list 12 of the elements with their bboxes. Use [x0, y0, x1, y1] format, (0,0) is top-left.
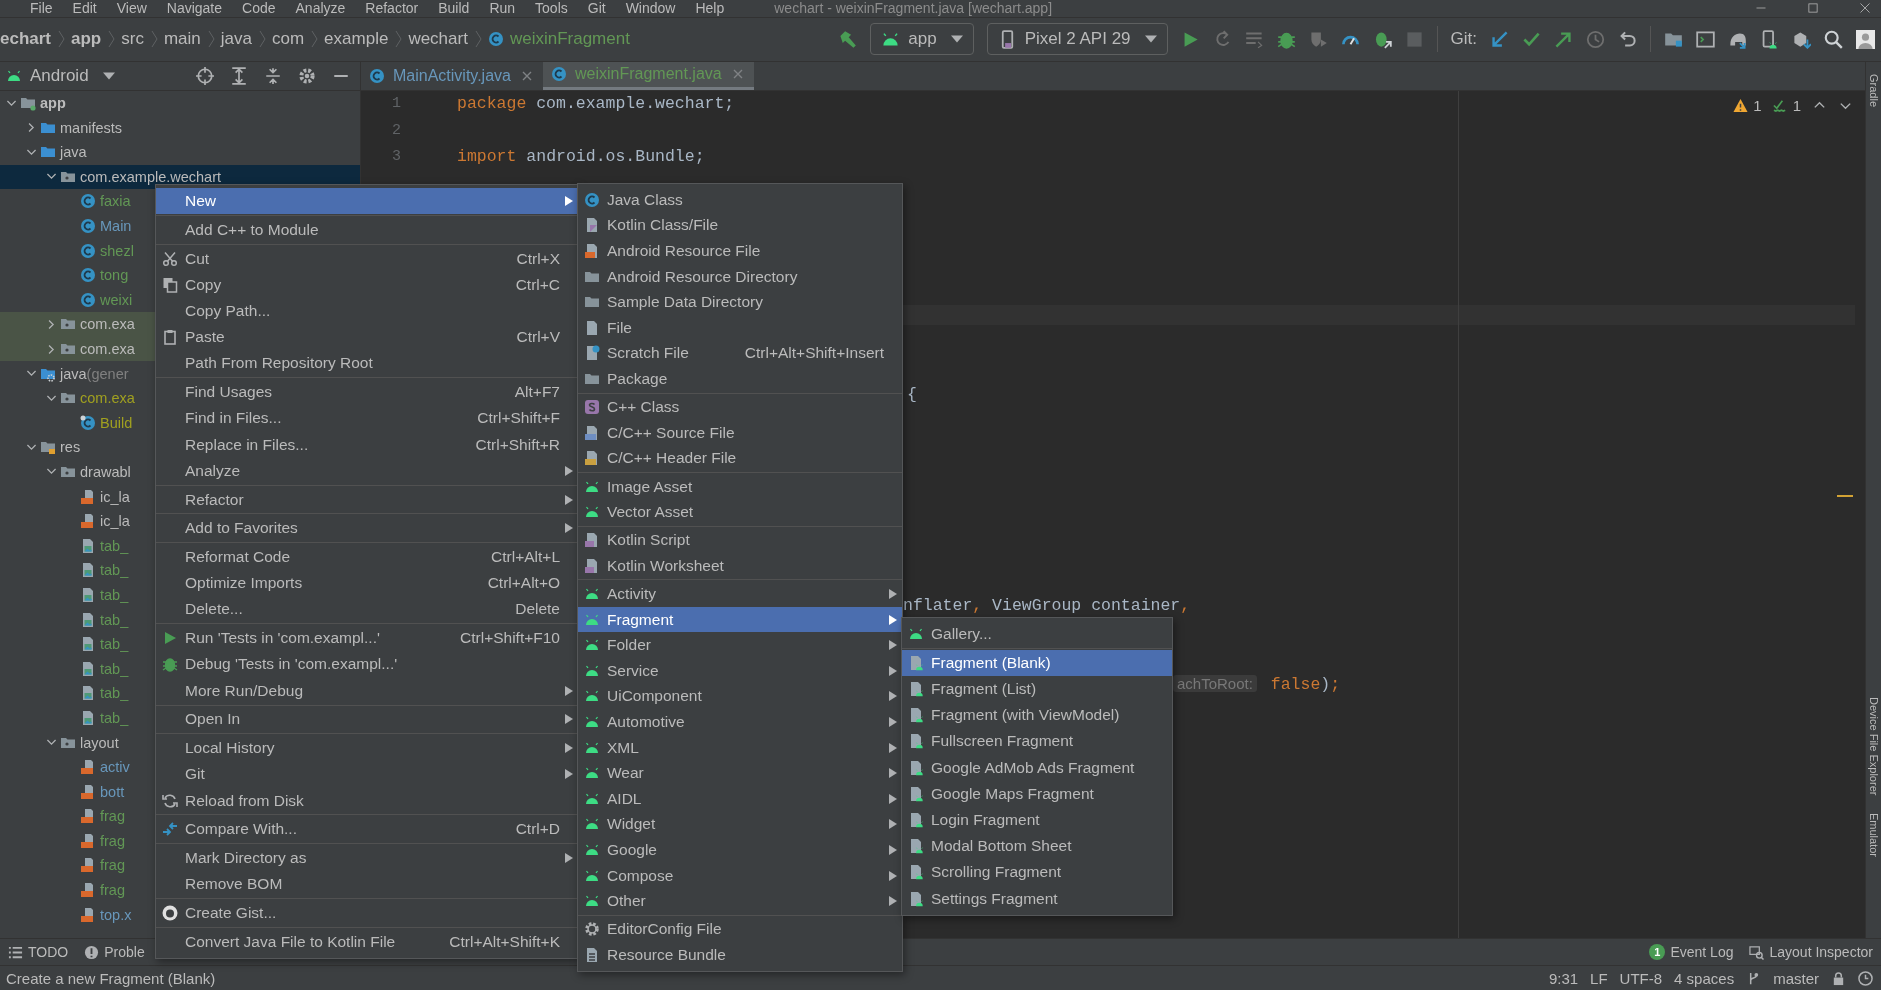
code-line: achToRoot: false);: [1173, 675, 1341, 695]
status-message: Create a new Fragment (Blank): [6, 969, 216, 987]
code-line: {: [907, 384, 917, 404]
line-number: 3: [391, 148, 401, 166]
code-line: import android.os.Bundle;: [457, 147, 705, 167]
line-number: 2: [391, 121, 401, 139]
code-line: nflater, ViewGroup container,: [903, 595, 1191, 615]
window-title: wechart - weixinFragment.java [wechart.app]: [774, 0, 1053, 17]
line-number: 1: [391, 95, 401, 113]
git-label: Git:: [1450, 29, 1477, 50]
code-line: package com.example.wechart;: [457, 94, 735, 114]
count-badge: 1: [1649, 944, 1666, 961]
